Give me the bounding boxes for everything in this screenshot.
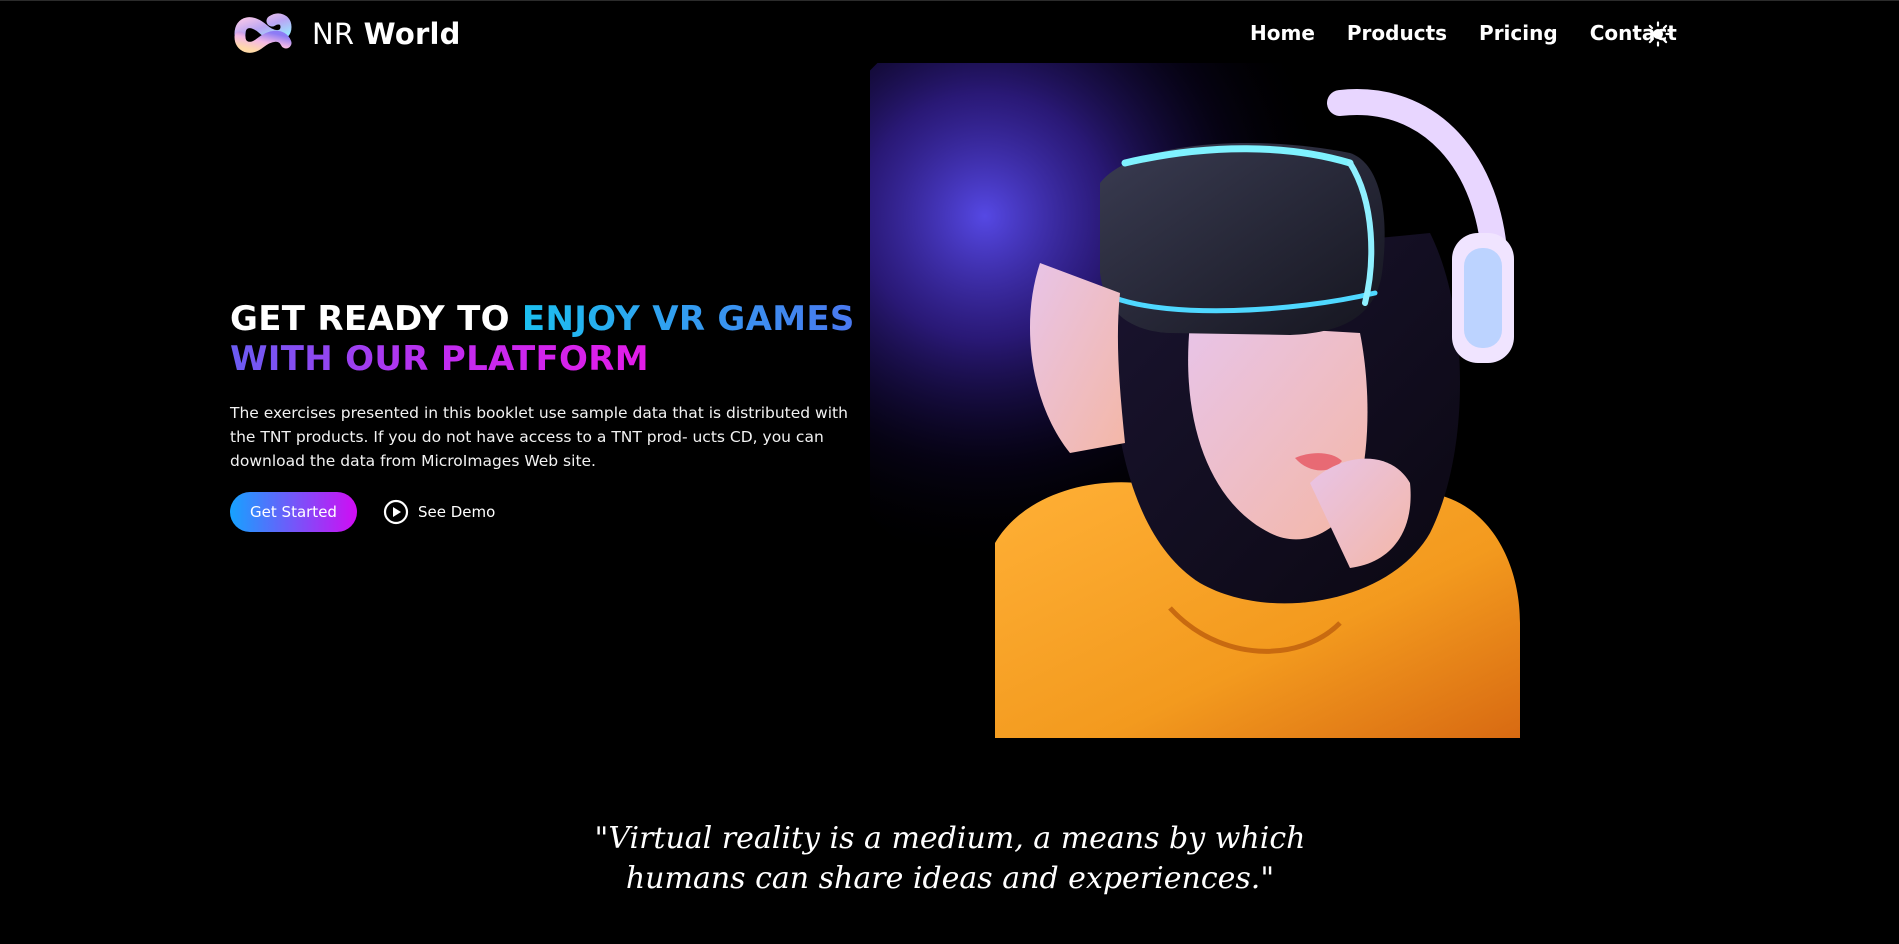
nav-link-pricing[interactable]: Pricing: [1479, 21, 1558, 45]
get-started-button[interactable]: Get Started: [230, 492, 357, 532]
brand-name-bold: World: [363, 17, 461, 51]
hero-title-accent2: WITH OUR PLATFORM: [230, 339, 649, 379]
landing-page: NR World Home Products Pricing Contact G…: [0, 0, 1899, 944]
see-demo-label: See Demo: [418, 503, 496, 521]
nav-link-products[interactable]: Products: [1347, 21, 1447, 45]
hero-title: GET READY TO ENJOY VR GAMES WITH OUR PLA…: [230, 299, 855, 379]
quote-line-2: humans can share ideas and experiences.": [625, 861, 1275, 896]
nav-links: Home Products Pricing Contact: [1250, 21, 1677, 45]
quote-line-1: "Virtual reality is a medium, a means by…: [594, 821, 1306, 856]
nav-link-home[interactable]: Home: [1250, 21, 1315, 45]
cta-row: Get Started See Demo: [230, 492, 495, 532]
brand-name: NR World: [312, 17, 461, 51]
sun-icon[interactable]: [1645, 21, 1671, 47]
quote: "Virtual reality is a medium, a means by…: [560, 819, 1340, 899]
brand-name-light: NR: [312, 17, 355, 51]
vr-headset-photo: [870, 63, 1640, 738]
play-circle-icon: [383, 499, 409, 525]
hero-title-accent1: ENJOY VR GAMES: [521, 299, 855, 339]
see-demo-button[interactable]: See Demo: [383, 499, 495, 525]
hero-description: The exercises presented in this booklet …: [230, 404, 848, 470]
navbar: NR World Home Products Pricing Contact: [0, 1, 1899, 67]
hero-title-plain: GET READY TO: [230, 299, 522, 339]
brand[interactable]: NR World: [234, 13, 461, 55]
infinity-logo-icon: [234, 13, 292, 53]
